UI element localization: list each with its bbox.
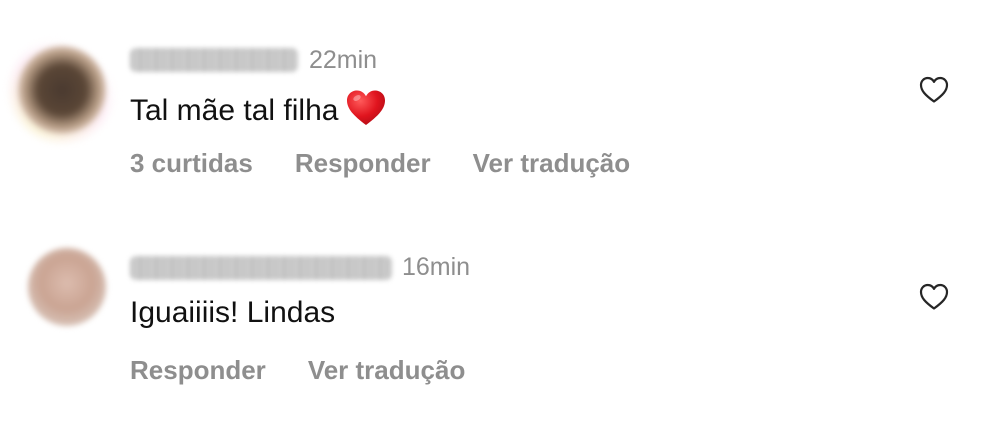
comment-time: 22min (309, 46, 378, 74)
username-blurred[interactable] (130, 48, 298, 72)
see-translation-button[interactable]: Ver tradução (308, 354, 466, 386)
comment-text: Tal mãe tal filha (130, 89, 386, 129)
comment-text-content: Tal mãe tal filha (130, 94, 339, 127)
comment-time: 16min (402, 253, 471, 281)
reply-button[interactable]: Responder (130, 354, 266, 386)
username-blurred[interactable] (130, 256, 392, 280)
heart-outline-icon[interactable] (919, 283, 949, 311)
comment-text: Iguaiiiis! Lindas (130, 295, 335, 331)
heart-outline-icon[interactable] (919, 76, 949, 104)
avatar[interactable] (28, 248, 106, 326)
comment-actions: Responder Ver tradução (130, 354, 507, 386)
reply-button[interactable]: Responder (295, 147, 431, 179)
see-translation-button[interactable]: Ver tradução (473, 147, 631, 179)
red-heart-emoji-icon (347, 90, 386, 125)
comment-actions: 3 curtidas Responder Ver tradução (130, 147, 672, 179)
likes-count-link[interactable]: 3 curtidas (130, 147, 253, 179)
avatar[interactable] (18, 46, 106, 134)
comment-text-content: Iguaiiiis! Lindas (130, 296, 336, 329)
